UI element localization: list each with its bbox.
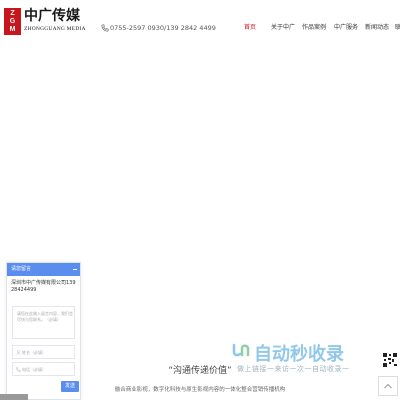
nav-home[interactable]: 首页: [244, 24, 256, 32]
nav-services[interactable]: 中广服务: [334, 24, 358, 32]
logo-letter: Z: [10, 10, 15, 17]
name-input[interactable]: 姓名（必填）: [12, 345, 75, 359]
qr-code-icon: [382, 352, 398, 368]
back-to-top-button[interactable]: [378, 376, 398, 396]
phone-placeholder: 电话（必填）: [22, 367, 46, 372]
name-placeholder: 姓名（必填）: [22, 350, 46, 355]
phone-input[interactable]: 电话（必填）: [12, 362, 75, 376]
send-button[interactable]: 发送: [61, 381, 79, 392]
nav-contact[interactable]: 联: [395, 24, 400, 32]
watermark-title: 自动秒收录: [254, 344, 344, 365]
widget-title: 请您留言: [11, 266, 32, 272]
logo-subtitle: ZHONGGUANG MEDIA: [24, 26, 86, 32]
nav-about[interactable]: 关于中广: [271, 24, 295, 32]
widget-footer-bar: [0, 394, 28, 400]
message-placeholder: 请您在此输入留言内容，我们会尽快与您联系。（必填）: [17, 311, 73, 322]
logo-letter: G: [9, 18, 16, 25]
watermark-logo-icon: [232, 343, 250, 357]
message-widget: 请您留言 深圳市中广传媒有限公司13928424499 请您在此输入留言内容，我…: [6, 262, 81, 400]
phone-icon: [101, 24, 109, 32]
message-textarea[interactable]: 请您在此输入留言内容，我们会尽快与您联系。（必填）: [12, 306, 75, 339]
nav-news[interactable]: 新闻动态: [365, 24, 389, 32]
nav-works[interactable]: 作品案例: [302, 24, 326, 32]
watermark-subtitle: 做上链接一来访一次一自动收录一: [237, 365, 350, 373]
user-icon: [16, 350, 21, 355]
phone-icon: [16, 367, 21, 372]
logo-mark[interactable]: Z G M: [4, 8, 21, 35]
logo-letter: M: [9, 26, 16, 33]
logo-title[interactable]: 中广传媒: [24, 8, 80, 24]
header: Z G M 中广传媒 ZHONGGUANG MEDIA 0755-2597 09…: [0, 0, 400, 40]
minimize-icon[interactable]: [73, 269, 77, 270]
widget-company-info: 深圳市中广传媒有限公司13928424499: [11, 280, 76, 293]
phone-number: 0755-2597 0930/139 2842 4499: [110, 24, 216, 32]
chevron-up-icon: [384, 383, 392, 389]
widget-header[interactable]: 请您留言: [7, 263, 80, 276]
